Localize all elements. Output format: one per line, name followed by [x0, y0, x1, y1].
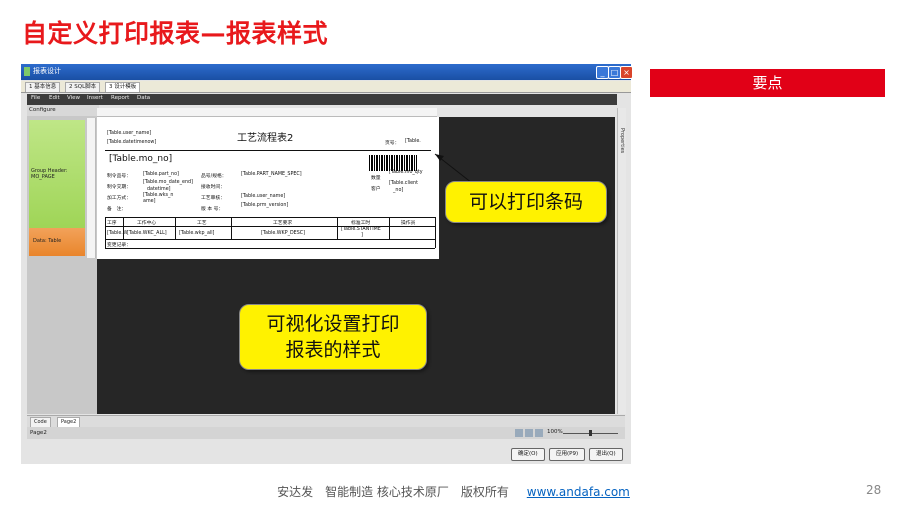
table-rule-top [105, 217, 435, 218]
td-craft[interactable]: [Table.wkp_all] [179, 231, 214, 236]
window-title: 报表设计 [33, 67, 61, 75]
client-field[interactable]: [Table.client [389, 181, 418, 186]
table-col-5 [389, 217, 390, 239]
menu-report[interactable]: Report [111, 95, 129, 101]
label-receive-time: 接收时间： [201, 185, 225, 190]
status-text: Page2 [30, 430, 47, 436]
table-col-0 [105, 217, 106, 248]
mo-no-field[interactable]: [Table.mo_no] [109, 154, 172, 164]
window-titlebar: 报表设计 _ □ × [21, 64, 633, 80]
version-field[interactable]: [Table.prm_version] [241, 203, 288, 208]
mo-qty-field[interactable]: [Table.mo_qty [389, 170, 423, 175]
user-name2-field[interactable]: [Table.user_name] [241, 194, 285, 199]
th-craft-requirement: 工艺要求 [273, 221, 293, 226]
label-qty: 数量 [371, 176, 381, 181]
fit-width-icon[interactable] [515, 429, 523, 437]
status-bar: Page2 100% [27, 427, 625, 439]
part-spec-field[interactable]: [Table.PART_NAME_SPEC] [241, 172, 302, 177]
th-work-center: 工作中心 [137, 221, 157, 226]
label-customer: 客户 [371, 187, 381, 192]
close-icon[interactable]: × [620, 66, 633, 79]
data-band-label: Data: Table [33, 238, 62, 244]
horizontal-ruler [97, 108, 437, 117]
label-remark: 备 注： [107, 207, 127, 212]
label-version: 版 本 号： [201, 207, 224, 212]
table-col-3 [231, 217, 232, 239]
callout-visual-line1: 可视化设置打印 [266, 313, 400, 335]
datetime-field[interactable]: [Table.datetimenow] [107, 140, 156, 145]
page-value-field[interactable]: [Table. [405, 139, 421, 144]
mo-date-field[interactable]: [Table.mo_date_end] [143, 180, 193, 185]
th-standard-hours: 标准工时 [351, 221, 371, 226]
zoom-slider-handle[interactable] [589, 430, 592, 436]
slide-footer: 安达发 智能制造 核心技术原厂 版权所有 www.andafa.com [0, 483, 907, 500]
menu-data[interactable]: Data [137, 95, 150, 101]
report-page[interactable]: [Table.user_name] [Table.datetimenow] 工艺… [97, 117, 439, 259]
page-label: 页号： [385, 141, 400, 146]
wks-field[interactable]: [Table.wks_n [143, 193, 173, 198]
slide-title: 自定义打印报表—报表样式 [22, 19, 329, 48]
td-standard-hours-end[interactable]: ] [361, 233, 363, 238]
key-points-banner: 要点 [650, 69, 885, 97]
no-field[interactable]: _no] [393, 188, 403, 193]
label-process-dept: 加工方式： [107, 196, 131, 201]
configure-header[interactable]: Configure [27, 105, 99, 116]
barcode-icon[interactable] [369, 155, 417, 171]
exit-button[interactable]: 退出(Q) [589, 448, 623, 461]
table-col-2 [175, 217, 176, 239]
td-craft-requirement[interactable]: [Table.WKP_DESC] [261, 231, 305, 236]
callout-visual-style: 可视化设置打印 报表的样式 [239, 304, 427, 370]
footer-link[interactable]: www.andafa.com [527, 485, 630, 499]
change-log-label: 变更记录： [107, 243, 131, 248]
tab-sql-script[interactable]: 2 SQL脚本 [65, 82, 101, 92]
report-title[interactable]: 工艺流程表2 [237, 129, 293, 144]
callout-barcode: 可以打印条码 [445, 181, 607, 223]
table-col-4 [337, 217, 338, 239]
menu-insert[interactable]: Insert [87, 95, 103, 101]
td-standard-hours[interactable]: [Table.STANTIME [341, 227, 381, 232]
menu-file[interactable]: File [31, 95, 40, 101]
table-col-6 [435, 217, 436, 248]
header-rule [105, 150, 431, 151]
th-process: 工序 [107, 221, 117, 226]
app-icon [24, 67, 30, 76]
designer-tabs: 1 基本信息 2 SQL脚本 3 设计模板 [21, 81, 631, 93]
menu-bar: File Edit View Insert Report Data [27, 94, 617, 105]
properties-strip[interactable]: Properties [617, 108, 626, 414]
table-rule-header [105, 226, 435, 227]
dt-field[interactable]: datetime] [147, 187, 171, 192]
menu-view[interactable]: View [67, 95, 80, 101]
ok-button[interactable]: 确定(O) [511, 448, 545, 461]
label-make-product: 制令品号： [107, 174, 131, 179]
bottom-tabs: Code Page2 [27, 415, 625, 428]
callout-visual-line2: 报表的样式 [285, 339, 381, 361]
report-designer-window: 报表设计 _ □ × 1 基本信息 2 SQL脚本 3 设计模板 File Ed… [21, 64, 633, 464]
label-product-spec: 品号/规格： [201, 174, 227, 179]
page-number: 28 [866, 483, 882, 497]
tab-design-template[interactable]: 3 设计模板 [105, 82, 141, 92]
td-work-center[interactable]: [Table.WKC_ALL] [127, 231, 167, 236]
user-name-field[interactable]: [Table.user_name] [107, 131, 151, 136]
apply-button[interactable]: 应用(P9) [549, 448, 586, 461]
vertical-ruler [87, 118, 96, 258]
fit-whole-icon[interactable] [535, 429, 543, 437]
data-band[interactable]: Data: Table [29, 228, 85, 256]
th-craft: 工艺 [197, 221, 207, 226]
tab-basic-info[interactable]: 1 基本信息 [25, 82, 61, 92]
fit-page-icon[interactable] [525, 429, 533, 437]
menu-edit[interactable]: Edit [49, 95, 60, 101]
footer-text: 安达发 智能制造 核心技术原厂 版权所有 [277, 485, 509, 499]
group-header-label: Group Header: MO_PAGE [31, 168, 68, 180]
td-process[interactable]: [Table.W [107, 231, 128, 236]
label-make-date: 制令交期： [107, 185, 131, 190]
zoom-value: 100% [547, 429, 563, 435]
properties-label: Properties [619, 128, 625, 154]
label-process-review: 工艺审核： [201, 196, 225, 201]
table-rule-row [105, 239, 435, 240]
part-no-field[interactable]: [Table.part_no] [143, 172, 179, 177]
table-rule-bottom [105, 248, 435, 249]
th-operator: 操作员 [401, 221, 416, 226]
ame-field[interactable]: ame] [143, 199, 155, 204]
